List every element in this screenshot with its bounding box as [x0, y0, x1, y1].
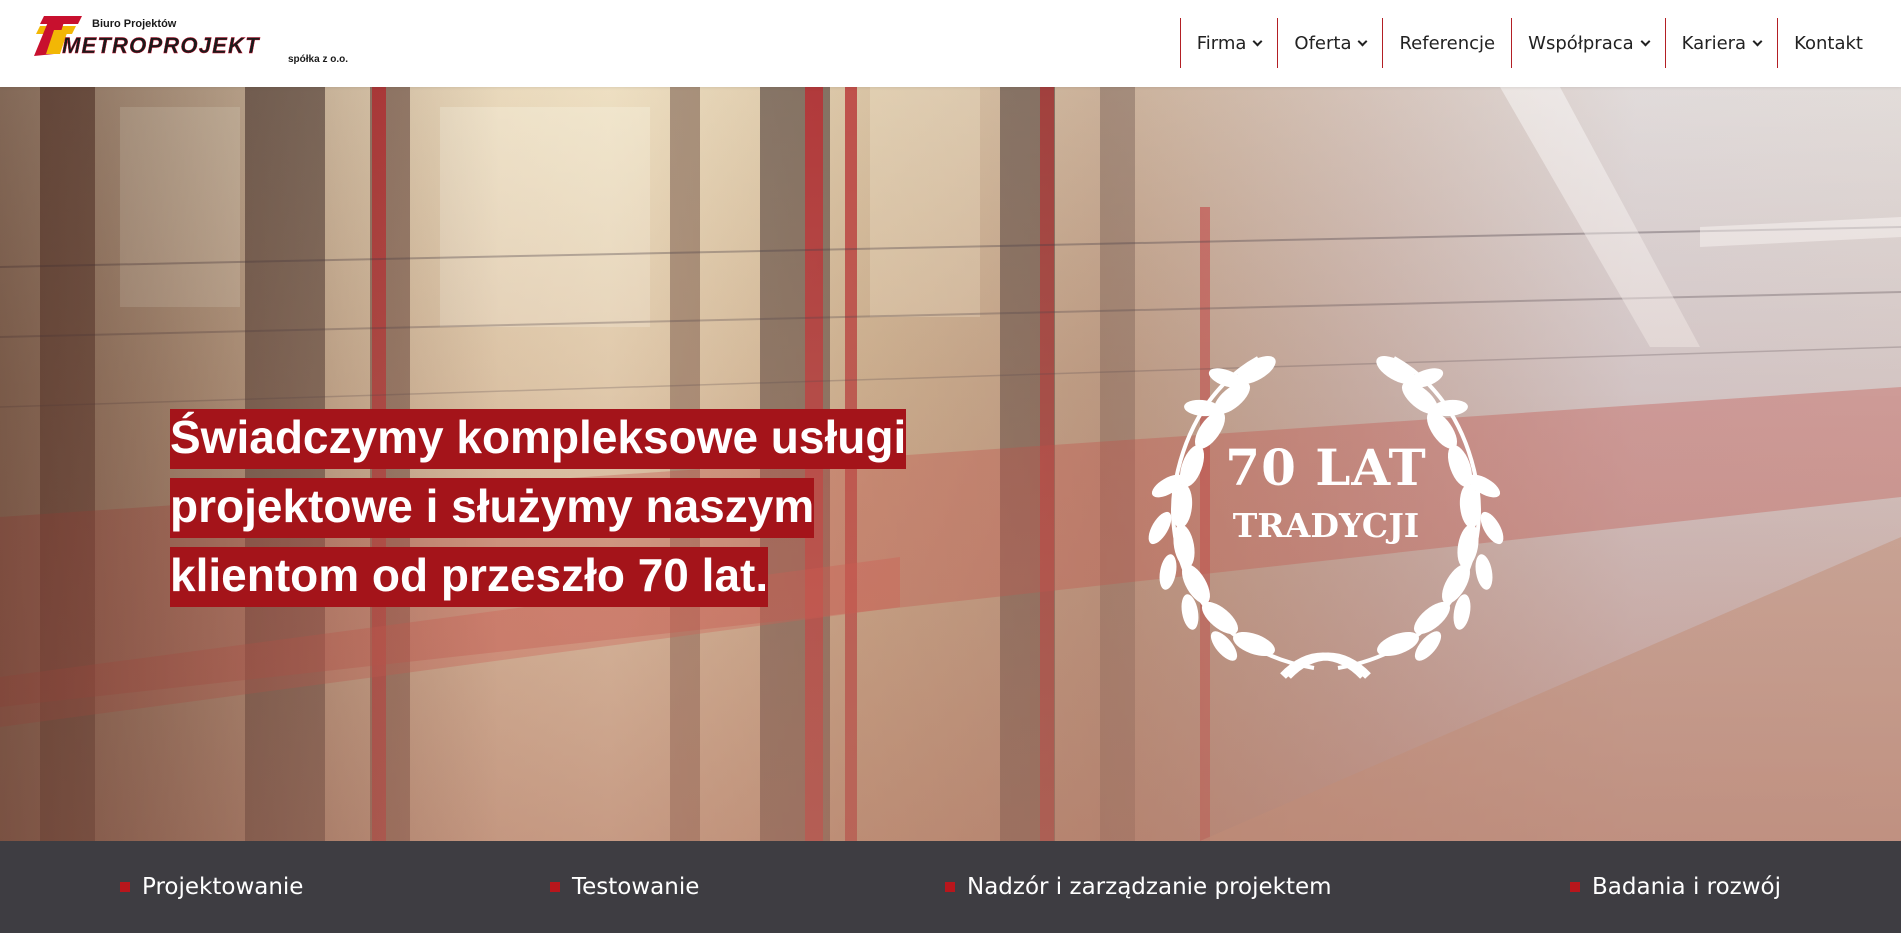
nav-item-label: Kariera [1681, 32, 1747, 54]
services-bar: Projektowanie Testowanie Nadzór i zarząd… [0, 841, 1901, 933]
nav-item-label: Firma [1196, 32, 1247, 54]
bullet-square-icon [550, 882, 560, 892]
chevron-down-icon [1752, 36, 1763, 47]
nav-item-firma[interactable]: Firma [1179, 18, 1278, 68]
service-link-badania[interactable]: Badania i rozwój [1570, 841, 1781, 933]
headline-line-3: klientom od przeszło 70 lat. [170, 547, 769, 607]
service-label: Projektowanie [142, 874, 304, 900]
bullet-square-icon [1570, 882, 1580, 892]
headline-line-1: Świadczymy kompleksowe usługi [170, 409, 907, 469]
service-label: Badania i rozwój [1592, 874, 1782, 900]
main-nav: Firma Oferta Referencje Współpraca Karie… [1179, 18, 1863, 68]
logo-name: METROPROJEKT [62, 33, 260, 58]
service-label: Nadzór i zarządzanie projektem [967, 874, 1332, 900]
nav-item-kontakt[interactable]: Kontakt [1777, 18, 1863, 68]
logo-sub-text: spółka z o.o. [288, 54, 349, 65]
nav-item-oferta[interactable]: Oferta [1277, 18, 1382, 68]
bullet-square-icon [945, 882, 955, 892]
nav-item-referencje[interactable]: Referencje [1382, 18, 1511, 68]
chevron-down-icon [1252, 36, 1263, 47]
logo-top-text: Biuro Projektów [92, 18, 177, 30]
service-link-nadzor[interactable]: Nadzór i zarządzanie projektem [945, 841, 1332, 933]
headline-line-2: projektowe i służymy naszym [170, 478, 815, 538]
nav-item-label: Kontakt [1794, 32, 1863, 54]
nav-item-kariera[interactable]: Kariera [1664, 18, 1777, 68]
chevron-down-icon [1640, 36, 1651, 47]
hero-banner: Świadczymy kompleksowe usługi projektowe… [0, 87, 1901, 841]
service-label: Testowanie [572, 874, 700, 900]
badge-tradition: TRADYCJI [1232, 506, 1420, 545]
anniversary-badge: 70 LAT TRADYCJI [1138, 350, 1514, 680]
nav-item-label: Oferta [1294, 32, 1352, 54]
service-link-projektowanie[interactable]: Projektowanie [120, 841, 303, 933]
badge-years: 70 LAT [1225, 438, 1427, 497]
chevron-down-icon [1358, 36, 1368, 47]
logo-link[interactable]: Biuro Projektów METROPROJEKT spółka z o.… [34, 16, 364, 70]
service-link-testowanie[interactable]: Testowanie [550, 841, 699, 933]
nav-item-label: Referencje [1399, 32, 1496, 54]
nav-item-label: Współpraca [1528, 32, 1634, 54]
nav-item-wspolpraca[interactable]: Współpraca [1511, 18, 1665, 68]
hero-headline: Świadczymy kompleksowe usługi projektowe… [170, 403, 930, 610]
site-header: Biuro Projektów METROPROJEKT spółka z o.… [0, 0, 1901, 87]
bullet-square-icon [120, 882, 130, 892]
